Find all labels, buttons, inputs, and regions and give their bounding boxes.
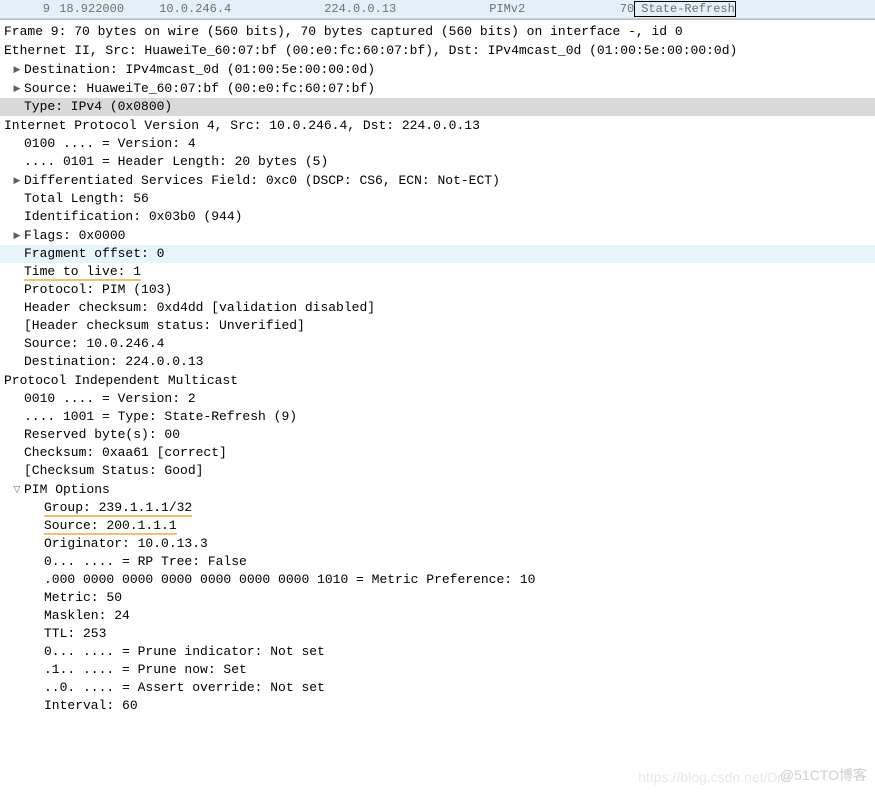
collapse-icon[interactable]: ▽ — [0, 41, 2, 59]
eth-destination[interactable]: ▶Destination: IPv4mcast_0d (01:00:5e:00:… — [0, 60, 875, 79]
ip-dsf[interactable]: ▶Differentiated Services Field: 0xc0 (DS… — [0, 171, 875, 190]
pim-assert-override[interactable]: ..0. .... = Assert override: Not set — [0, 679, 875, 697]
expand-icon[interactable]: ▶ — [12, 171, 22, 189]
collapse-icon[interactable]: ▽ — [0, 371, 2, 389]
col-destination: 224.0.0.13 — [324, 2, 489, 16]
col-source: 10.0.246.4 — [159, 2, 324, 16]
ip-summary[interactable]: ▽Internet Protocol Version 4, Src: 10.0.… — [0, 116, 875, 135]
pim-version[interactable]: 0010 .... = Version: 2 — [0, 390, 875, 408]
col-time: 18.922000 — [59, 2, 159, 16]
ip-version[interactable]: 0100 .... = Version: 4 — [0, 135, 875, 153]
expand-icon[interactable]: ▶ — [12, 60, 22, 78]
ip-header-length[interactable]: .... 0101 = Header Length: 20 bytes (5) — [0, 153, 875, 171]
ip-source[interactable]: Source: 10.0.246.4 — [0, 335, 875, 353]
collapse-icon[interactable]: ▽ — [12, 480, 22, 498]
ip-header-checksum-status[interactable]: [Header checksum status: Unverified] — [0, 317, 875, 335]
pim-checksum-status[interactable]: [Checksum Status: Good] — [0, 462, 875, 480]
pim-metric-preference[interactable]: .000 0000 0000 0000 0000 0000 0000 1010 … — [0, 571, 875, 589]
pim-rp-tree[interactable]: 0... .... = RP Tree: False — [0, 553, 875, 571]
frame-summary[interactable]: ▶Frame 9: 70 bytes on wire (560 bits), 7… — [0, 22, 875, 41]
watermark-url: https://blog.csdn.net/Dra — [638, 769, 790, 785]
pim-ttl[interactable]: TTL: 253 — [0, 625, 875, 643]
ip-flags[interactable]: ▶Flags: 0x0000 — [0, 226, 875, 245]
packet-details-pane[interactable]: ▶Frame 9: 70 bytes on wire (560 bits), 7… — [0, 19, 875, 715]
pim-reserved[interactable]: Reserved byte(s): 00 — [0, 426, 875, 444]
col-number: 9 — [0, 2, 52, 16]
pim-type[interactable]: .... 1001 = Type: State-Refresh (9) — [0, 408, 875, 426]
eth-type[interactable]: Type: IPv4 (0x0800) — [0, 98, 875, 116]
expand-icon[interactable]: ▶ — [12, 226, 22, 244]
ip-ttl[interactable]: Time to live: 1 — [0, 263, 875, 281]
pim-interval[interactable]: Interval: 60 — [0, 697, 875, 715]
pim-summary[interactable]: ▽Protocol Independent Multicast — [0, 371, 875, 390]
pim-prune-now[interactable]: .1.. .... = Prune now: Set — [0, 661, 875, 679]
ethernet-summary[interactable]: ▽Ethernet II, Src: HuaweiTe_60:07:bf (00… — [0, 41, 875, 60]
col-info: State-Refresh — [634, 1, 736, 17]
packet-list-row[interactable]: 9 18.922000 10.0.246.4 224.0.0.13 PIMv2 … — [0, 0, 875, 19]
eth-source[interactable]: ▶Source: HuaweiTe_60:07:bf (00:e0:fc:60:… — [0, 79, 875, 98]
expand-icon[interactable]: ▶ — [0, 22, 2, 40]
pim-originator[interactable]: Originator: 10.0.13.3 — [0, 535, 875, 553]
pim-metric[interactable]: Metric: 50 — [0, 589, 875, 607]
col-length: 70 — [599, 2, 634, 16]
col-protocol: PIMv2 — [489, 2, 599, 16]
collapse-icon[interactable]: ▽ — [0, 116, 2, 134]
ip-identification[interactable]: Identification: 0x03b0 (944) — [0, 208, 875, 226]
pim-options[interactable]: ▽PIM Options — [0, 480, 875, 499]
ip-header-checksum[interactable]: Header checksum: 0xd4dd [validation disa… — [0, 299, 875, 317]
pim-group[interactable]: Group: 239.1.1.1/32 — [0, 499, 875, 517]
expand-icon[interactable]: ▶ — [12, 79, 22, 97]
watermark: @51CTO博客 — [780, 765, 867, 785]
pim-source[interactable]: Source: 200.1.1.1 — [0, 517, 875, 535]
ip-destination[interactable]: Destination: 224.0.0.13 — [0, 353, 875, 371]
ip-fragment-offset[interactable]: Fragment offset: 0 — [0, 245, 875, 263]
ip-protocol[interactable]: Protocol: PIM (103) — [0, 281, 875, 299]
pim-checksum[interactable]: Checksum: 0xaa61 [correct] — [0, 444, 875, 462]
ip-total-length[interactable]: Total Length: 56 — [0, 190, 875, 208]
pim-masklen[interactable]: Masklen: 24 — [0, 607, 875, 625]
pim-prune-indicator[interactable]: 0... .... = Prune indicator: Not set — [0, 643, 875, 661]
